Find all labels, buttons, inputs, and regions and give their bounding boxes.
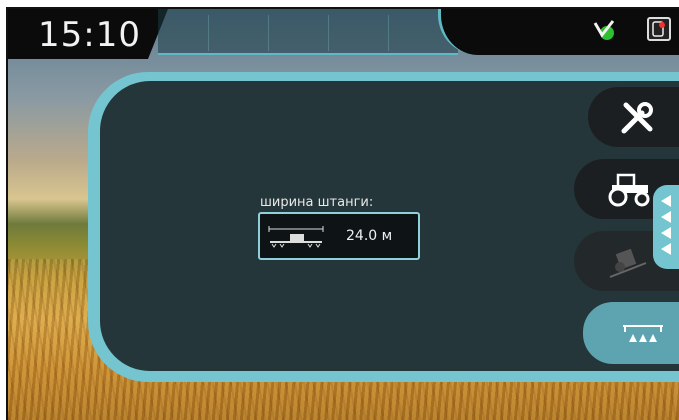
top-glass-strip	[158, 9, 458, 55]
boom-width-value: 24.0 м	[346, 228, 393, 244]
tools-icon	[621, 102, 653, 134]
top-bar: 15:10	[8, 9, 679, 59]
boom-sprayer-icon	[268, 226, 324, 248]
clock-area: 15:10	[8, 9, 168, 59]
clock-time: 15:10	[38, 15, 141, 55]
display-screen: 15:10 ширина штанги: 24.0 м	[6, 7, 679, 420]
boom-width-label: ширина штанги:	[260, 195, 374, 210]
tractor-icon	[608, 173, 650, 207]
sprayer-button[interactable]	[583, 302, 679, 364]
tilt-calibration-icon	[609, 248, 647, 278]
ok-check-icon	[593, 20, 615, 40]
status-area	[438, 9, 679, 55]
sprayer-icon	[623, 325, 663, 342]
tools-button[interactable]	[588, 87, 679, 147]
expand-arrows-icon[interactable]	[653, 185, 679, 269]
display-menu-icon[interactable]	[647, 17, 671, 41]
boom-width-field[interactable]: 24.0 м	[258, 212, 420, 260]
